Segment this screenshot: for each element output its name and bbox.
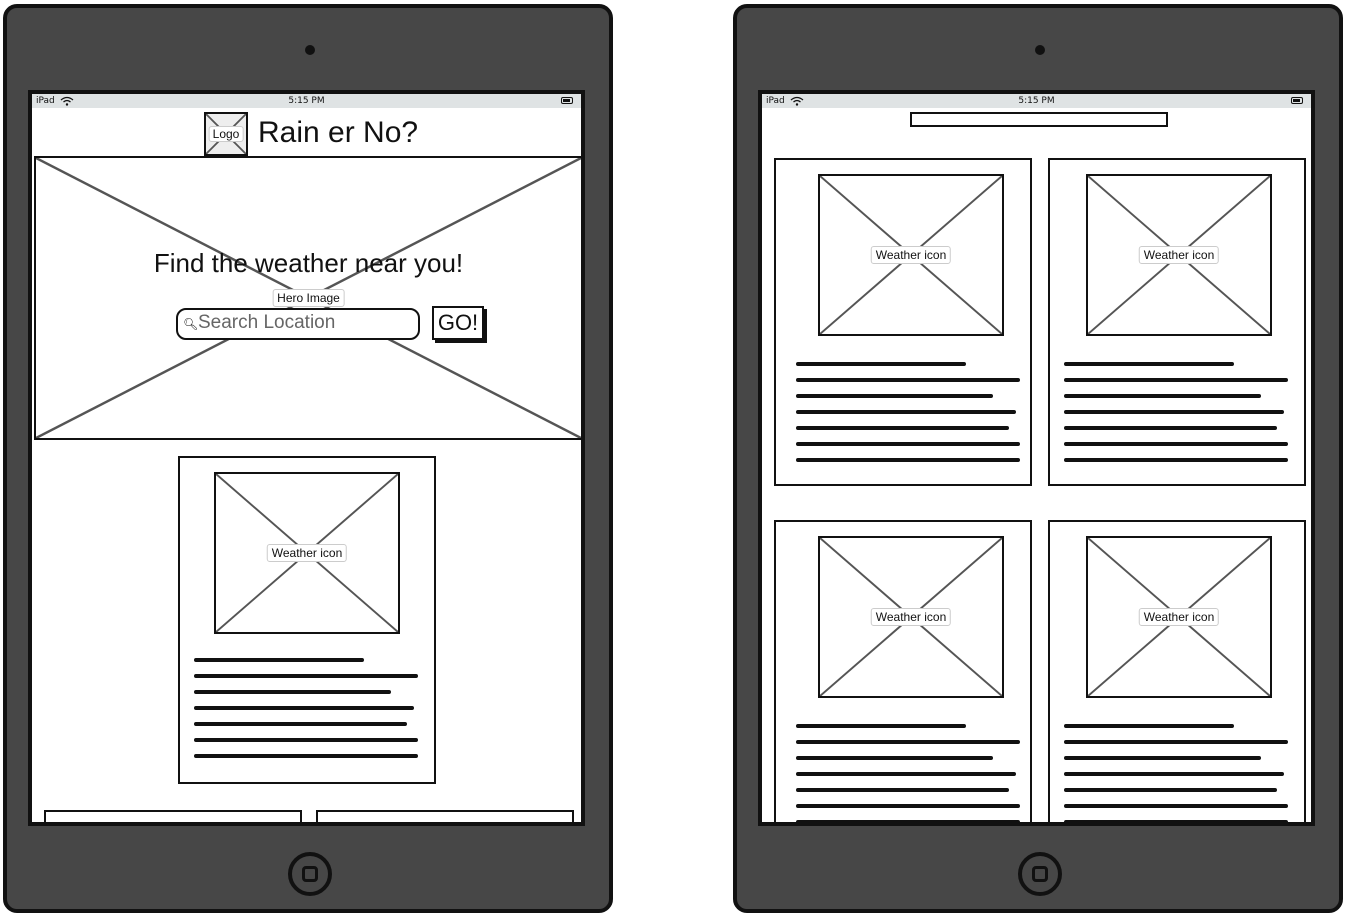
placeholder-text-block <box>1064 362 1288 474</box>
weather-card-partial <box>316 810 574 822</box>
weather-icon-label: Weather icon <box>266 544 348 562</box>
placeholder-text-block <box>194 658 418 770</box>
hero-heading: Find the weather near you! <box>153 248 464 278</box>
weather-card: Weather icon <box>774 520 1032 822</box>
camera-dot <box>305 45 315 55</box>
header-bar-placeholder <box>910 112 1168 127</box>
battery-icon <box>561 97 573 104</box>
weather-icon-placeholder: Weather icon <box>1086 174 1272 336</box>
battery-icon <box>1291 97 1303 104</box>
weather-icon-placeholder: Weather icon <box>1086 536 1272 698</box>
status-time: 5:15 PM <box>288 96 325 106</box>
weather-icon-placeholder: Weather icon <box>818 174 1004 336</box>
logo-label: Logo <box>208 126 244 142</box>
status-time: 5:15 PM <box>1018 96 1055 106</box>
weather-card: Weather icon <box>1048 158 1306 486</box>
screen-right: iPad 5:15 PM Weather icon Weather icon W… <box>758 90 1315 826</box>
hero-image: Find the weather near you! Hero Image 🔍︎… <box>34 156 581 440</box>
go-button[interactable]: GO! <box>432 306 484 340</box>
camera-dot <box>1035 45 1045 55</box>
home-button[interactable] <box>288 852 332 896</box>
site-title: Rain er No? <box>258 116 419 149</box>
hero-image-label: Hero Image <box>272 289 345 307</box>
status-bar: iPad 5:15 PM <box>32 94 581 108</box>
home-button-icon <box>302 866 318 882</box>
weather-icon-label: Weather icon <box>870 608 952 626</box>
search-input[interactable]: 🔍︎ Search Location <box>176 308 420 340</box>
search-placeholder: Search Location <box>198 312 336 333</box>
logo[interactable]: Logo <box>204 112 248 156</box>
weather-card: Weather icon <box>1048 520 1306 822</box>
weather-icon-label: Weather icon <box>1138 608 1220 626</box>
weather-icon-placeholder: Weather icon <box>214 472 400 634</box>
placeholder-text-block <box>796 724 1020 822</box>
screen-left: iPad 5:15 PM Logo Rain er No? Find the w… <box>28 90 585 826</box>
weather-icon-placeholder: Weather icon <box>818 536 1004 698</box>
placeholder-text-block <box>796 362 1020 474</box>
weather-icon-label: Weather icon <box>870 246 952 264</box>
search-icon: 🔍︎ <box>183 317 199 331</box>
home-button[interactable] <box>1018 852 1062 896</box>
weather-card: Weather icon <box>774 158 1032 486</box>
home-button-icon <box>1032 866 1048 882</box>
weather-card: Weather icon <box>178 456 436 784</box>
placeholder-text-block <box>1064 724 1288 822</box>
weather-card-partial <box>44 810 302 822</box>
weather-icon-label: Weather icon <box>1138 246 1220 264</box>
status-bar: iPad 5:15 PM <box>762 94 1311 108</box>
